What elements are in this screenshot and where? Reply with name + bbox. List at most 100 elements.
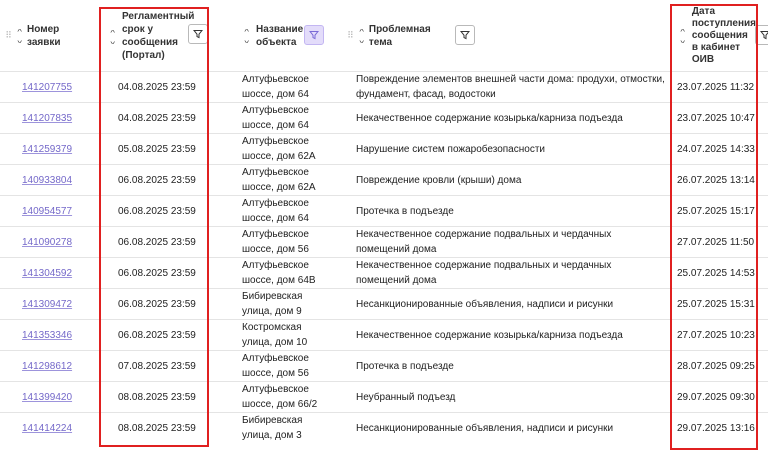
request-number-link[interactable]: 141207835	[22, 111, 72, 126]
table-row[interactable]: 141304592 06.08.2025 23:59 Алтуфьевское шо…	[0, 257, 768, 288]
sort-icon[interactable]: ^ ^	[242, 29, 252, 43]
received-cell: 27.07.2025 11:50	[677, 236, 755, 248]
received-cell-wrap: 23.07.2025 10:47	[677, 103, 761, 133]
object-cell-wrap: Алтуфьевское шоссе, дом 64В	[242, 258, 342, 288]
table-row[interactable]: 141309472 06.08.2025 23:59 Бибиревская ули…	[0, 288, 768, 319]
object-cell: Алтуфьевское шоссе, дом 64В	[242, 260, 316, 286]
topic-cell-wrap: Неубранный подъезд	[356, 382, 671, 412]
object-cell: Алтуфьевское шоссе, дом 56	[242, 229, 309, 255]
request-number-link-wrap: 140933804	[22, 165, 102, 195]
deadline-cell: 06.08.2025 23:59	[118, 174, 196, 186]
filter-button-deadline[interactable]	[188, 24, 208, 44]
sort-icon[interactable]: ^ ^	[108, 30, 118, 44]
request-number-link[interactable]: 141207755	[22, 80, 72, 95]
request-number-link[interactable]: 141309472	[22, 297, 72, 312]
request-number-link-wrap: 141353346	[22, 320, 102, 350]
deadline-cell: 04.08.2025 23:59	[118, 112, 196, 124]
request-number-link[interactable]: 141298612	[22, 359, 72, 374]
deadline-cell-wrap: 06.08.2025 23:59	[118, 196, 208, 226]
table-row[interactable]: 140954577 06.08.2025 23:59 Алтуфьевское шо…	[0, 195, 768, 226]
deadline-cell-wrap: 05.08.2025 23:59	[118, 134, 208, 164]
column-label-object: Название объекта	[256, 23, 304, 48]
request-number-link[interactable]: 141304592	[22, 266, 72, 281]
object-cell: Костромская улица, дом 10	[242, 322, 308, 348]
table-row[interactable]: 140933804 06.08.2025 23:59 Алтуфьевское шо…	[0, 164, 768, 195]
received-cell: 26.07.2025 13:14	[677, 174, 755, 186]
topic-cell: Неубранный подъезд	[356, 391, 456, 403]
table-row[interactable]: 141207755 04.08.2025 23:59 Алтуфьевское шо…	[0, 71, 768, 102]
request-number-link[interactable]: 141353346	[22, 328, 72, 343]
request-number-link[interactable]: 141259379	[22, 142, 72, 157]
topic-cell: Некачественное содержание козырька/карни…	[356, 329, 623, 341]
deadline-cell-wrap: 06.08.2025 23:59	[118, 289, 208, 319]
column-label-received: Дата поступления сообщения в кабинет ОИВ	[691, 5, 756, 65]
object-cell: Алтуфьевское шоссе, дом 62А	[242, 136, 316, 162]
filter-button-received[interactable]	[755, 25, 768, 45]
column-header-topic[interactable]: ⠿ ^ ^ Проблемная тема	[346, 0, 456, 71]
drag-handle-icon[interactable]: ⠿	[4, 30, 13, 41]
received-cell-wrap: 27.07.2025 11:50	[677, 227, 761, 257]
sort-icon[interactable]: ^ ^	[357, 29, 367, 43]
table-row[interactable]: 141399420 08.08.2025 23:59 Алтуфьевское шо…	[0, 381, 768, 412]
deadline-cell-wrap: 08.08.2025 23:59	[118, 382, 208, 412]
received-cell-wrap: 25.07.2025 14:53	[677, 258, 761, 288]
received-cell: 25.07.2025 14:53	[677, 267, 755, 279]
table-row[interactable]: 141207835 04.08.2025 23:59 Алтуфьевское шо…	[0, 102, 768, 133]
request-number-link[interactable]: 140933804	[22, 173, 72, 188]
object-cell: Алтуфьевское шоссе, дом 56	[242, 353, 309, 379]
request-number-link-wrap: 141259379	[22, 134, 102, 164]
table-row[interactable]: 141259379 05.08.2025 23:59 Алтуфьевское шо…	[0, 133, 768, 164]
topic-cell-wrap: Несанкционированные объявления, надписи …	[356, 289, 671, 319]
deadline-cell: 04.08.2025 23:59	[118, 81, 196, 93]
object-cell-wrap: Алтуфьевское шоссе, дом 64	[242, 72, 342, 102]
deadline-cell-wrap: 06.08.2025 23:59	[118, 258, 208, 288]
topic-cell-wrap: Протечка в подъезде	[356, 351, 671, 381]
column-label-deadline: Регламентный срок у сообщения (Портал)	[122, 10, 195, 61]
request-number-link-wrap: 141414224	[22, 413, 102, 443]
received-cell-wrap: 26.07.2025 13:14	[677, 165, 761, 195]
topic-cell-wrap: Некачественное содержание подвальных и ч…	[356, 227, 671, 257]
topic-cell: Некачественное содержание подвальных и ч…	[356, 229, 612, 255]
filter-icon	[309, 31, 319, 40]
filter-button-topic[interactable]	[455, 25, 475, 45]
request-number-link[interactable]: 141399420	[22, 390, 72, 405]
table-row[interactable]: 141414224 08.08.2025 23:59 Бибиревская ули…	[0, 412, 768, 443]
column-header-number[interactable]: ⠿ ^ ^ Номер заявки	[4, 0, 94, 71]
received-cell: 24.07.2025 14:33	[677, 143, 755, 155]
deadline-cell: 06.08.2025 23:59	[118, 236, 196, 248]
received-cell: 29.07.2025 09:30	[677, 391, 755, 403]
object-cell: Алтуфьевское шоссе, дом 64	[242, 74, 309, 100]
filter-button-object[interactable]	[304, 25, 324, 45]
deadline-cell: 05.08.2025 23:59	[118, 143, 196, 155]
request-number-link-wrap: 140954577	[22, 196, 102, 226]
request-number-link[interactable]: 141414224	[22, 421, 72, 436]
column-label-number: Номер заявки	[27, 23, 61, 48]
topic-cell: Нарушение систем пожаробезопасности	[356, 143, 545, 155]
topic-cell-wrap: Протечка в подъезде	[356, 196, 671, 226]
object-cell-wrap: Алтуфьевское шоссе, дом 56	[242, 351, 342, 381]
object-cell-wrap: Алтуфьевское шоссе, дом 62А	[242, 134, 342, 164]
object-cell-wrap: Алтуфьевское шоссе, дом 56	[242, 227, 342, 257]
drag-handle-icon[interactable]: ⠿	[346, 30, 355, 41]
sort-icon[interactable]: ^ ^	[678, 29, 688, 43]
topic-cell-wrap: Повреждение кровли (крыши) дома	[356, 165, 671, 195]
deadline-cell-wrap: 06.08.2025 23:59	[118, 227, 208, 257]
request-number-link-wrap: 141298612	[22, 351, 102, 381]
table-row[interactable]: 141353346 06.08.2025 23:59 Костромская ули…	[0, 319, 768, 350]
table-row[interactable]: 141090278 06.08.2025 23:59 Алтуфьевское шо…	[0, 226, 768, 257]
filter-icon	[460, 31, 470, 40]
table-row[interactable]: 141298612 07.08.2025 23:59 Алтуфьевское шо…	[0, 350, 768, 381]
sort-icon[interactable]: ^ ^	[15, 29, 25, 43]
request-number-link-wrap: 141304592	[22, 258, 102, 288]
topic-cell-wrap: Нарушение систем пожаробезопасности	[356, 134, 671, 164]
deadline-cell-wrap: 04.08.2025 23:59	[118, 103, 208, 133]
deadline-cell: 06.08.2025 23:59	[118, 267, 196, 279]
request-number-link[interactable]: 141090278	[22, 235, 72, 250]
topic-cell: Повреждение кровли (крыши) дома	[356, 174, 522, 186]
request-number-link[interactable]: 140954577	[22, 204, 72, 219]
column-header-received[interactable]: ^ ^ Дата поступления сообщения в кабинет …	[676, 0, 756, 71]
deadline-cell-wrap: 07.08.2025 23:59	[118, 351, 208, 381]
requests-table: ⠿ ^ ^ Номер заявки ^ ^ Регламентный срок у…	[0, 0, 768, 454]
topic-cell-wrap: Повреждение элементов внешней части дома…	[356, 72, 671, 102]
object-cell-wrap: Бибиревская улица, дом 3	[242, 413, 342, 443]
